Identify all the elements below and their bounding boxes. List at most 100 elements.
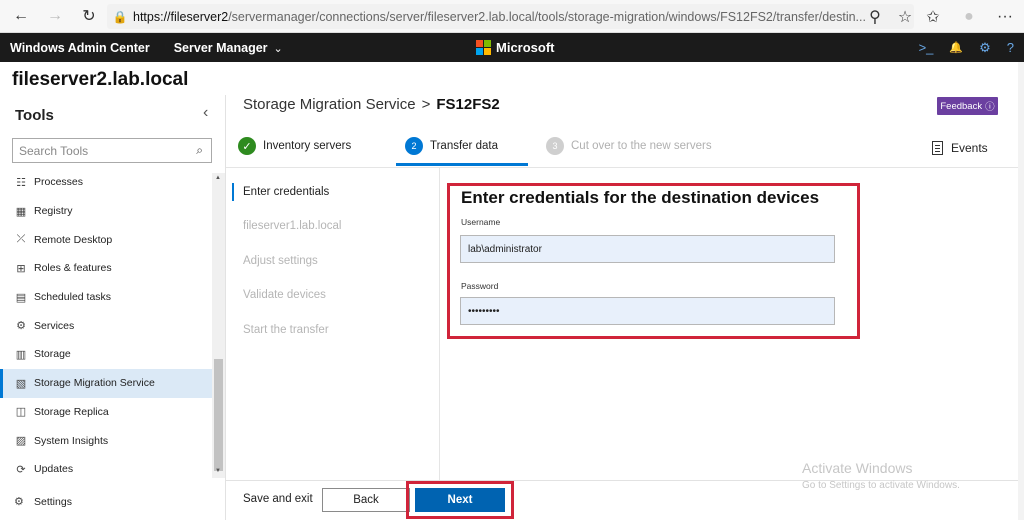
registry-icon: ▦	[15, 205, 27, 218]
system-insights-icon: ▨	[15, 435, 27, 448]
form-title: Enter credentials for the destination de…	[461, 188, 820, 207]
processes-icon: ☷	[16, 176, 26, 189]
substep-nav: Enter credentials fileserver1.lab.local …	[226, 168, 440, 480]
gear-icon[interactable]: ⚙	[979, 40, 991, 56]
password-field[interactable]: •••••••••	[460, 297, 835, 325]
search-icon[interactable]: ⌕	[196, 143, 203, 158]
checkmark-icon: ✓	[238, 137, 256, 155]
profile-icon[interactable]: ●	[954, 2, 984, 32]
roles-features-icon: ⊞	[16, 262, 26, 275]
substep-start-transfer: Start the transfer	[243, 324, 329, 336]
active-step-indicator	[396, 163, 528, 166]
context-switcher[interactable]: Server Manager ⌄	[174, 41, 283, 55]
app-header: Windows Admin Center Server Manager ⌄ Mic…	[0, 33, 1024, 62]
substep-enter-credentials[interactable]: Enter credentials	[243, 186, 329, 198]
feedback-label: Feedback	[940, 100, 983, 112]
step-label: Transfer data	[430, 140, 498, 152]
events-button[interactable]: Events	[932, 141, 988, 155]
sidebar-item-selected[interactable]: ▧ Storage Migration Service	[0, 368, 212, 398]
microsoft-grid-icon	[476, 40, 491, 55]
sidebar-item[interactable]: ⚙ Services	[0, 311, 212, 340]
key-icon[interactable]: ⚲	[860, 2, 890, 32]
updates-icon: ⟳	[16, 463, 26, 476]
terminal-icon[interactable]: >_	[919, 40, 934, 55]
events-label: Events	[951, 141, 988, 155]
activate-windows-title: Activate Windows	[802, 460, 913, 476]
sidebar-item[interactable]: ▨ System Insights	[0, 426, 212, 455]
scheduled-tasks-icon: ▤	[15, 291, 27, 304]
breadcrumb-current: FS12FS2	[436, 96, 500, 113]
services-icon: ⚙	[16, 320, 26, 333]
star-icon[interactable]: ☆	[890, 2, 920, 32]
sidebar-item[interactable]: ▤ Scheduled tasks	[0, 283, 212, 312]
search-placeholder: Search Tools	[19, 143, 89, 158]
url-host: https://fileserver2	[133, 9, 229, 24]
storage-migration-icon: ▧	[15, 377, 27, 390]
server-name: fileserver2.lab.local	[12, 69, 189, 90]
sidebar-item[interactable]: ⟳ Updates	[0, 455, 212, 483]
remote-desktop-icon: ⤫	[16, 233, 26, 246]
chevron-down-icon: ⌄	[273, 42, 283, 55]
sidebar-item-label: Remote Desktop	[34, 233, 113, 246]
back-button[interactable]: Back	[322, 488, 410, 512]
step-label: Inventory servers	[263, 140, 352, 152]
document-icon	[932, 141, 943, 155]
notification-icon[interactable]: 🔔	[949, 41, 963, 54]
step-number-icon: 3	[546, 137, 564, 155]
back-arrow-icon[interactable]: ←	[6, 1, 36, 31]
address-bar[interactable]: 🔒 https://fileserver2 /servermanager/con…	[107, 4, 914, 29]
sidebar-item[interactable]: ⤫ Remote Desktop	[0, 225, 212, 254]
substep-fileserver1: fileserver1.lab.local	[243, 220, 342, 232]
gear-icon: ⚙	[14, 496, 24, 508]
sidebar-item-label: Storage Replica	[34, 405, 109, 418]
favorites-icon[interactable]: ✩	[918, 2, 948, 32]
forward-arrow-icon[interactable]: →	[40, 1, 70, 31]
sidebar-item[interactable]: ☷ Processes	[0, 168, 212, 197]
breadcrumb-separator-icon: >	[421, 96, 431, 113]
password-value: •••••••••	[468, 305, 500, 317]
active-substep-indicator	[232, 183, 234, 201]
url-path: /servermanager/connections/server/filese…	[228, 9, 866, 24]
sidebar-item[interactable]: ⊞ Roles & features	[0, 254, 212, 283]
breadcrumb: Storage Migration Service > FS12FS2	[243, 96, 500, 113]
sidebar-item-label: System Insights	[34, 434, 109, 447]
sidebar-item-settings[interactable]: ⚙ Settings	[14, 495, 72, 509]
sidebar-item-label: Registry	[34, 205, 73, 218]
sidebar-item-label: Storage	[34, 348, 71, 361]
next-button[interactable]: Next	[415, 488, 505, 512]
search-tools-input[interactable]: Search Tools ⌕	[12, 138, 212, 163]
browser-toolbar: ← → ↻ 🔒 https://fileserver2 /servermanag…	[0, 0, 1024, 33]
scrollbar-thumb[interactable]	[214, 359, 223, 471]
username-field[interactable]: lab\administrator	[460, 235, 835, 263]
scroll-down-icon[interactable]: ▼	[215, 468, 221, 474]
collapse-chevron-icon[interactable]: ‹	[203, 104, 208, 122]
username-value: lab\administrator	[468, 243, 542, 255]
brand-name: Microsoft	[496, 40, 555, 55]
sidebar-item[interactable]: ▦ Registry	[0, 197, 212, 226]
step-cut-over: 3 Cut over to the new servers	[546, 137, 712, 155]
feedback-button[interactable]: Feedback ⓘ	[937, 97, 998, 115]
step-transfer-data[interactable]: 2 Transfer data	[405, 137, 498, 155]
storage-replica-icon: ◫	[15, 406, 27, 419]
breadcrumb-parent[interactable]: Storage Migration Service	[243, 96, 416, 113]
tools-title: Tools	[15, 107, 54, 124]
app-title[interactable]: Windows Admin Center	[10, 41, 150, 55]
sidebar-scrollbar[interactable]: ▲ ▼	[212, 173, 225, 478]
tool-list: ☷ Processes ▦ Registry ⤫ Remote Desktop ⊞ Ro…	[0, 168, 212, 483]
activate-windows-subtitle: Go to Settings to activate Windows.	[802, 480, 960, 491]
sidebar-item[interactable]: ▥ Storage	[0, 340, 212, 369]
sidebar-item-label: Scheduled tasks	[34, 291, 112, 304]
sidebar-item-label: Processes	[34, 176, 84, 189]
password-label: Password	[461, 281, 499, 291]
step-inventory-servers[interactable]: ✓ Inventory servers	[238, 137, 351, 155]
help-icon[interactable]: ?	[1007, 40, 1014, 55]
sidebar-item-label: Roles & features	[34, 262, 112, 275]
substep-adjust-settings: Adjust settings	[243, 255, 318, 267]
storage-icon: ▥	[15, 348, 27, 361]
scroll-up-icon[interactable]: ▲	[215, 175, 221, 181]
sidebar-item[interactable]: ◫ Storage Replica	[0, 398, 212, 427]
save-and-exit-link[interactable]: Save and exit	[243, 493, 313, 505]
refresh-icon[interactable]: ↻	[74, 1, 104, 31]
more-icon[interactable]: ···	[990, 2, 1020, 32]
info-icon: ⓘ	[985, 102, 995, 113]
